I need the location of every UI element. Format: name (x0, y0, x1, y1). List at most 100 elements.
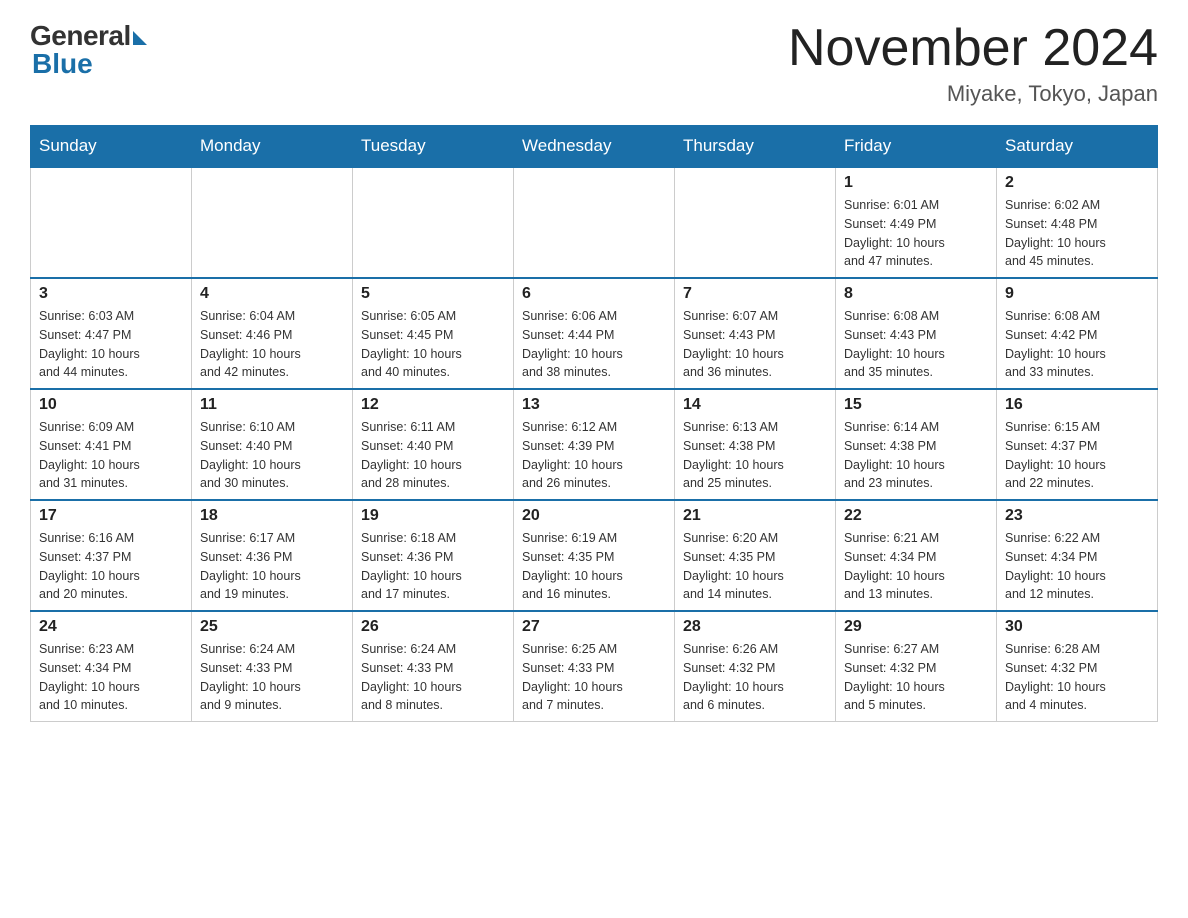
week-row-4: 17 Sunrise: 6:16 AM Sunset: 4:37 PM Dayli… (31, 500, 1158, 611)
day-number: 13 (522, 396, 666, 414)
calendar-cell: 8 Sunrise: 6:08 AM Sunset: 4:43 PM Daylig… (836, 278, 997, 389)
day-info: Sunrise: 6:06 AM Sunset: 4:44 PM Dayligh… (522, 307, 666, 382)
day-info: Sunrise: 6:26 AM Sunset: 4:32 PM Dayligh… (683, 640, 827, 715)
calendar-cell: 23 Sunrise: 6:22 AM Sunset: 4:34 PM Dayli… (997, 500, 1158, 611)
day-info: Sunrise: 6:19 AM Sunset: 4:35 PM Dayligh… (522, 529, 666, 604)
day-info: Sunrise: 6:14 AM Sunset: 4:38 PM Dayligh… (844, 418, 988, 493)
calendar-cell: 20 Sunrise: 6:19 AM Sunset: 4:35 PM Dayli… (514, 500, 675, 611)
day-number: 21 (683, 507, 827, 525)
day-info: Sunrise: 6:27 AM Sunset: 4:32 PM Dayligh… (844, 640, 988, 715)
day-number: 12 (361, 396, 505, 414)
day-info: Sunrise: 6:25 AM Sunset: 4:33 PM Dayligh… (522, 640, 666, 715)
calendar-cell: 26 Sunrise: 6:24 AM Sunset: 4:33 PM Dayli… (353, 611, 514, 722)
week-row-1: 1 Sunrise: 6:01 AM Sunset: 4:49 PM Daylig… (31, 167, 1158, 278)
calendar-cell: 28 Sunrise: 6:26 AM Sunset: 4:32 PM Dayli… (675, 611, 836, 722)
logo-triangle-icon (133, 31, 147, 45)
day-number: 28 (683, 618, 827, 636)
calendar-cell: 12 Sunrise: 6:11 AM Sunset: 4:40 PM Dayli… (353, 389, 514, 500)
day-info: Sunrise: 6:17 AM Sunset: 4:36 PM Dayligh… (200, 529, 344, 604)
day-info: Sunrise: 6:12 AM Sunset: 4:39 PM Dayligh… (522, 418, 666, 493)
day-info: Sunrise: 6:09 AM Sunset: 4:41 PM Dayligh… (39, 418, 183, 493)
calendar-cell: 6 Sunrise: 6:06 AM Sunset: 4:44 PM Daylig… (514, 278, 675, 389)
day-number: 14 (683, 396, 827, 414)
calendar-cell: 10 Sunrise: 6:09 AM Sunset: 4:41 PM Dayli… (31, 389, 192, 500)
day-info: Sunrise: 6:21 AM Sunset: 4:34 PM Dayligh… (844, 529, 988, 604)
day-info: Sunrise: 6:13 AM Sunset: 4:38 PM Dayligh… (683, 418, 827, 493)
day-info: Sunrise: 6:22 AM Sunset: 4:34 PM Dayligh… (1005, 529, 1149, 604)
weekday-header-saturday: Saturday (997, 126, 1158, 168)
day-number: 23 (1005, 507, 1149, 525)
calendar-cell: 16Sunrise: 6:15 AM Sunset: 4:37 PM Dayli… (997, 389, 1158, 500)
calendar-cell: 19Sunrise: 6:18 AM Sunset: 4:36 PM Dayli… (353, 500, 514, 611)
day-info: Sunrise: 6:05 AM Sunset: 4:45 PM Dayligh… (361, 307, 505, 382)
day-number: 26 (361, 618, 505, 636)
day-info: Sunrise: 6:08 AM Sunset: 4:42 PM Dayligh… (1005, 307, 1149, 382)
day-number: 15 (844, 396, 988, 414)
calendar-cell: 4 Sunrise: 6:04 AM Sunset: 4:46 PM Daylig… (192, 278, 353, 389)
calendar-cell: 5 Sunrise: 6:05 AM Sunset: 4:45 PM Daylig… (353, 278, 514, 389)
calendar-table: SundayMondayTuesdayWednesdayThursdayFrid… (30, 125, 1158, 722)
day-number: 22 (844, 507, 988, 525)
day-number: 1 (844, 174, 988, 192)
calendar-cell (514, 167, 675, 278)
calendar-cell: 1 Sunrise: 6:01 AM Sunset: 4:49 PM Daylig… (836, 167, 997, 278)
day-info: Sunrise: 6:11 AM Sunset: 4:40 PM Dayligh… (361, 418, 505, 493)
logo: General Blue (30, 20, 147, 80)
day-number: 25 (200, 618, 344, 636)
day-info: Sunrise: 6:03 AM Sunset: 4:47 PM Dayligh… (39, 307, 183, 382)
calendar-cell: 9 Sunrise: 6:08 AM Sunset: 4:42 PM Daylig… (997, 278, 1158, 389)
day-number: 17 (39, 507, 183, 525)
calendar-cell: 27Sunrise: 6:25 AM Sunset: 4:33 PM Dayli… (514, 611, 675, 722)
day-info: Sunrise: 6:10 AM Sunset: 4:40 PM Dayligh… (200, 418, 344, 493)
calendar-cell: 2 Sunrise: 6:02 AM Sunset: 4:48 PM Daylig… (997, 167, 1158, 278)
day-number: 2 (1005, 174, 1149, 192)
calendar-cell: 17 Sunrise: 6:16 AM Sunset: 4:37 PM Dayli… (31, 500, 192, 611)
weekday-header-thursday: Thursday (675, 126, 836, 168)
day-number: 10 (39, 396, 183, 414)
day-info: Sunrise: 6:28 AM Sunset: 4:32 PM Dayligh… (1005, 640, 1149, 715)
month-title: November 2024 (788, 20, 1158, 77)
day-info: Sunrise: 6:24 AM Sunset: 4:33 PM Dayligh… (361, 640, 505, 715)
day-info: Sunrise: 6:23 AM Sunset: 4:34 PM Dayligh… (39, 640, 183, 715)
calendar-cell (353, 167, 514, 278)
weekday-header-sunday: Sunday (31, 126, 192, 168)
title-block: November 2024 Miyake, Tokyo, Japan (788, 20, 1158, 107)
day-info: Sunrise: 6:08 AM Sunset: 4:43 PM Dayligh… (844, 307, 988, 382)
day-info: Sunrise: 6:16 AM Sunset: 4:37 PM Dayligh… (39, 529, 183, 604)
day-info: Sunrise: 6:04 AM Sunset: 4:46 PM Dayligh… (200, 307, 344, 382)
calendar-cell: 3Sunrise: 6:03 AM Sunset: 4:47 PM Daylig… (31, 278, 192, 389)
calendar-cell: 30Sunrise: 6:28 AM Sunset: 4:32 PM Dayli… (997, 611, 1158, 722)
weekday-header-friday: Friday (836, 126, 997, 168)
day-number: 19 (361, 507, 505, 525)
calendar-cell: 22 Sunrise: 6:21 AM Sunset: 4:34 PM Dayli… (836, 500, 997, 611)
location-text: Miyake, Tokyo, Japan (788, 81, 1158, 107)
day-number: 18 (200, 507, 344, 525)
day-number: 9 (1005, 285, 1149, 303)
calendar-cell: 18 Sunrise: 6:17 AM Sunset: 4:36 PM Dayli… (192, 500, 353, 611)
weekday-header-row: SundayMondayTuesdayWednesdayThursdayFrid… (31, 126, 1158, 168)
calendar-cell: 21 Sunrise: 6:20 AM Sunset: 4:35 PM Dayli… (675, 500, 836, 611)
day-info: Sunrise: 6:01 AM Sunset: 4:49 PM Dayligh… (844, 196, 988, 271)
week-row-5: 24Sunrise: 6:23 AM Sunset: 4:34 PM Dayli… (31, 611, 1158, 722)
day-number: 5 (361, 285, 505, 303)
calendar-cell: 7 Sunrise: 6:07 AM Sunset: 4:43 PM Daylig… (675, 278, 836, 389)
weekday-header-monday: Monday (192, 126, 353, 168)
day-number: 7 (683, 285, 827, 303)
day-number: 29 (844, 618, 988, 636)
day-number: 6 (522, 285, 666, 303)
day-info: Sunrise: 6:02 AM Sunset: 4:48 PM Dayligh… (1005, 196, 1149, 271)
day-number: 4 (200, 285, 344, 303)
calendar-cell: 11Sunrise: 6:10 AM Sunset: 4:40 PM Dayli… (192, 389, 353, 500)
weekday-header-tuesday: Tuesday (353, 126, 514, 168)
calendar-cell: 29 Sunrise: 6:27 AM Sunset: 4:32 PM Dayli… (836, 611, 997, 722)
weekday-header-wednesday: Wednesday (514, 126, 675, 168)
day-info: Sunrise: 6:15 AM Sunset: 4:37 PM Dayligh… (1005, 418, 1149, 493)
day-info: Sunrise: 6:07 AM Sunset: 4:43 PM Dayligh… (683, 307, 827, 382)
day-info: Sunrise: 6:20 AM Sunset: 4:35 PM Dayligh… (683, 529, 827, 604)
day-number: 20 (522, 507, 666, 525)
logo-blue-text: Blue (32, 48, 93, 80)
calendar-cell: 25 Sunrise: 6:24 AM Sunset: 4:33 PM Dayli… (192, 611, 353, 722)
day-number: 8 (844, 285, 988, 303)
calendar-cell: 14 Sunrise: 6:13 AM Sunset: 4:38 PM Dayli… (675, 389, 836, 500)
day-info: Sunrise: 6:24 AM Sunset: 4:33 PM Dayligh… (200, 640, 344, 715)
